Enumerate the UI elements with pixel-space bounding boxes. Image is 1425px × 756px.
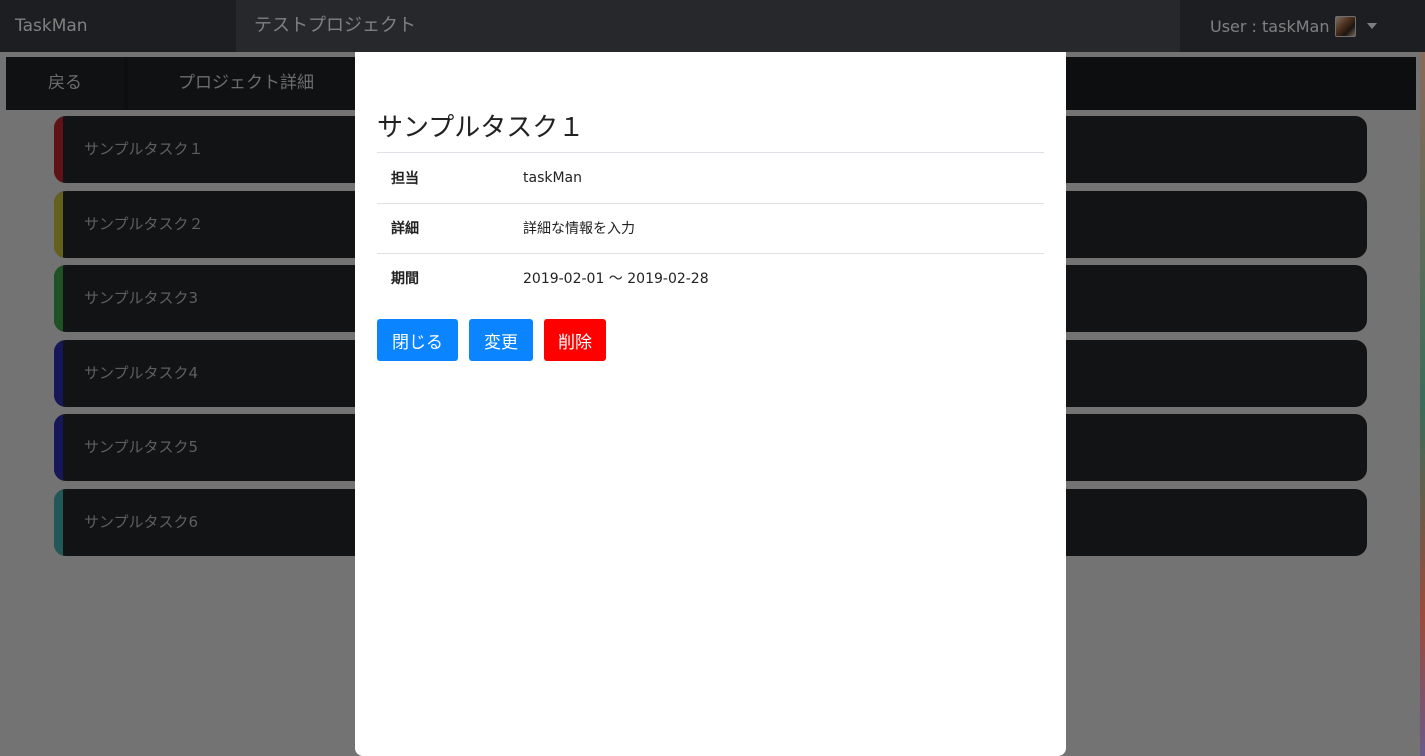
background-edge [1420, 52, 1425, 756]
row-value: 2019-02-01 〜 2019-02-28 [523, 271, 709, 288]
edit-button[interactable]: 変更 [469, 319, 533, 361]
row-value: taskMan [522, 153, 1044, 204]
table-row: 詳細 詳細な情報を入力 [377, 203, 1044, 254]
modal-actions: 閉じる 変更 削除 [377, 319, 1044, 361]
row-key: 期間 [391, 271, 419, 288]
close-button[interactable]: 閉じる [377, 319, 458, 361]
task-detail-table: 担当 taskMan 詳細 詳細な情報を入力 期間 2019-02-01 〜 2… [377, 153, 1044, 303]
modal-title: サンプルタスク１ [377, 107, 1044, 153]
table-row: 担当 taskMan [377, 153, 1044, 204]
task-detail-modal: サンプルタスク１ 担当 taskMan 詳細 詳細な情報を入力 期間 2019-… [355, 52, 1066, 756]
row-key: 担当 [377, 153, 522, 204]
row-value: 詳細な情報を入力 [522, 203, 1044, 254]
row-key: 詳細 [377, 203, 522, 254]
table-row: 期間 2019-02-01 〜 2019-02-28 [377, 253, 1044, 303]
delete-button[interactable]: 削除 [544, 319, 606, 361]
